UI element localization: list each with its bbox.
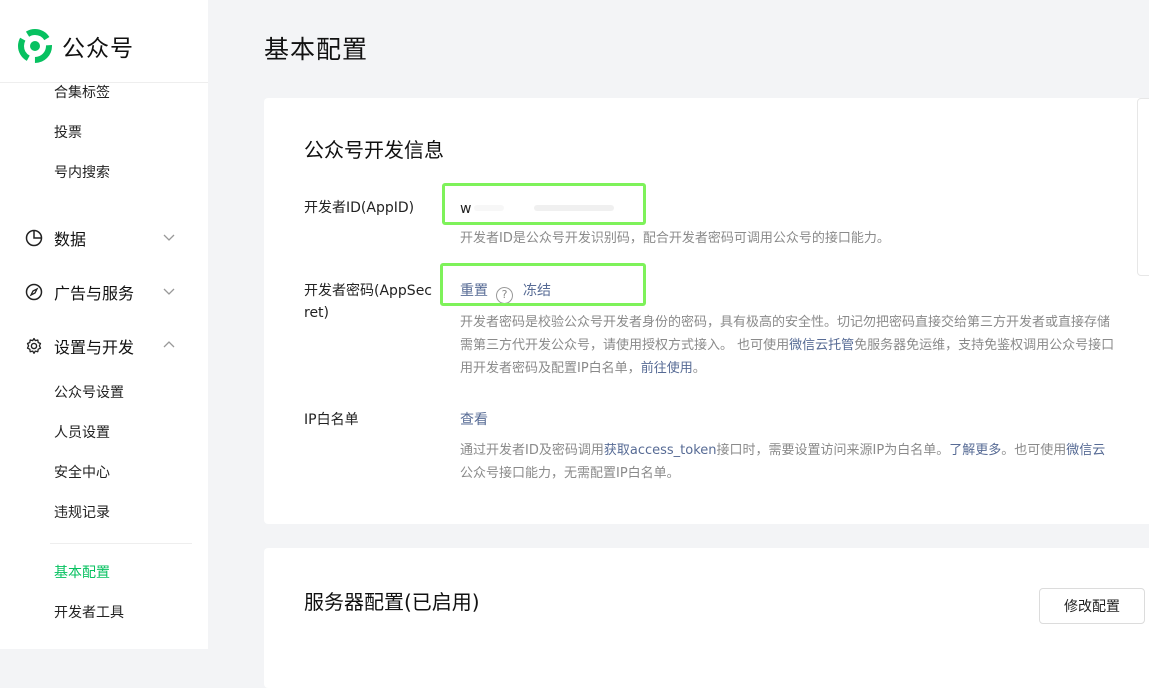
- highlight-box-secret: [440, 263, 646, 306]
- secret-hint-line1: 开发者密码是校验公众号开发者身份的密码，具有极高的安全性。切记勿把密码直接交给第…: [460, 315, 1111, 330]
- get-access-token-link[interactable]: 获取access_token: [604, 443, 717, 458]
- ip-hint-line1: 通过开发者ID及密码调用获取access_token接口时，需要设置访问来源IP…: [460, 439, 1105, 462]
- chevron-down-icon: [163, 234, 175, 241]
- gear-icon: [24, 336, 44, 356]
- ip-whitelist-label: IP白名单: [304, 412, 359, 428]
- secret-hint-text: 。: [692, 361, 706, 376]
- learn-more-link[interactable]: 了解更多: [949, 443, 1001, 458]
- sidebar-group-label: 数据: [54, 230, 87, 249]
- server-config-title: 服务器配置(已启用): [304, 590, 480, 614]
- page-title: 基本配置: [264, 35, 369, 64]
- chevron-down-icon: [163, 288, 175, 295]
- view-ip-whitelist-link[interactable]: 查看: [460, 409, 488, 431]
- floating-panel: [1137, 98, 1149, 276]
- sidebar-group-data[interactable]: 数据: [24, 226, 184, 250]
- ip-hint-line2: 公众号接口能力，无需配置IP白名单。: [460, 466, 680, 481]
- ip-hint-text: 接口时，需要设置访问来源IP为白名单。: [716, 443, 950, 458]
- sidebar-group-settings[interactable]: 设置与开发: [24, 334, 184, 358]
- ip-hint-text: 通过开发者ID及密码调用: [460, 443, 604, 458]
- dev-info-title: 公众号开发信息: [304, 138, 444, 162]
- brand-name: 公众号: [62, 36, 134, 62]
- sidebar-item-violation-records[interactable]: 违规记录: [54, 503, 110, 523]
- server-config-card: 服务器配置(已启用) 修改配置: [264, 548, 1149, 688]
- sidebar-item-account-settings[interactable]: 公众号设置: [54, 383, 124, 403]
- pie-chart-icon: [24, 228, 44, 248]
- sidebar-item-member-settings[interactable]: 人员设置: [54, 423, 110, 443]
- compass-icon: [24, 282, 44, 302]
- secret-label: 开发者密码(AppSec ret): [304, 280, 432, 324]
- highlight-box-appid: [442, 183, 646, 225]
- brand-logo[interactable]: 公众号: [18, 28, 134, 64]
- sidebar-item-search[interactable]: 号内搜索: [54, 163, 110, 183]
- ip-hint-text: 。也可使用: [1001, 443, 1067, 458]
- secret-hint-text: 用开发者密码及配置IP白名单，: [460, 361, 641, 376]
- secret-hint-line3: 用开发者密码及配置IP白名单，前往使用。: [460, 357, 706, 380]
- appid-hint: 开发者ID是公众号开发识别码，配合开发者密码可调用公众号的接口能力。: [460, 231, 890, 246]
- sidebar-item-basic-config[interactable]: 基本配置: [54, 563, 110, 583]
- sidebar-item-security-center[interactable]: 安全中心: [54, 463, 110, 483]
- sidebar-divider: [50, 543, 192, 544]
- appid-label: 开发者ID(AppID): [304, 200, 415, 216]
- chevron-up-icon: [163, 341, 175, 348]
- sidebar-item-dev-tools[interactable]: 开发者工具: [54, 603, 124, 623]
- sidebar-group-label: 设置与开发: [54, 338, 135, 357]
- wechat-cloud-link[interactable]: 微信云: [1066, 443, 1105, 458]
- wechat-cloud-hosting-link[interactable]: 微信云托管: [789, 338, 854, 353]
- sidebar-item-vote[interactable]: 投票: [54, 123, 82, 143]
- sidebar-group-label: 广告与服务: [54, 284, 135, 303]
- sidebar-group-ads[interactable]: 广告与服务: [24, 280, 184, 304]
- sidebar: 公众号 合集标签 投票 号内搜索 数据 广告与服务 设置与开发 公众号设置 人员…: [0, 0, 208, 649]
- dev-info-card: 公众号开发信息 开发者ID(AppID) w 开发者ID是公众号开发识别码，配合…: [264, 98, 1149, 524]
- secret-hint-line2: 需第三方代开发公众号，请使用授权方式接入。 也可使用微信云托管免服务器免运维，支…: [460, 334, 1114, 357]
- edit-config-button[interactable]: 修改配置: [1039, 588, 1145, 624]
- sidebar-item-collections[interactable]: 合集标签: [54, 83, 110, 103]
- secret-hint-text: 需第三方代开发公众号，请使用授权方式接入。 也可使用: [460, 338, 790, 353]
- go-use-link[interactable]: 前往使用: [641, 361, 693, 376]
- secret-label-line2: ret): [304, 305, 330, 321]
- secret-label-line1: 开发者密码(AppSec: [304, 283, 433, 299]
- secret-hint-text: 免服务器免运维，支持免鉴权调用公众号接口: [854, 338, 1115, 353]
- wechat-mp-logo-icon: [18, 29, 52, 63]
